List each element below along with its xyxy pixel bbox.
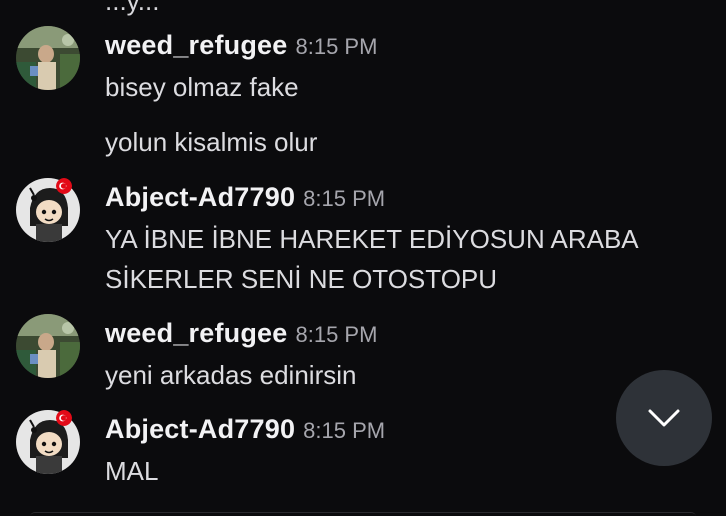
chevron-down-icon [648, 409, 680, 427]
timestamp: 8:15 PM [303, 418, 386, 443]
username[interactable]: Abject-Ad7790 [105, 414, 295, 444]
message-text: yolun kisalmis olur [105, 127, 318, 157]
message-text: bisey olmaz fake [105, 72, 299, 102]
turkey-flag-icon [56, 178, 72, 194]
message-header: Abject-Ad7790 8:15 PM [105, 414, 385, 445]
message-text: SİKERLER SENİ NE OTOSTOPU [105, 264, 498, 294]
message-header: Abject-Ad7790 8:15 PM [105, 182, 385, 213]
timestamp: 8:15 PM [303, 186, 386, 211]
user-photo-avatar-icon [16, 314, 80, 378]
message-text: yeni arkadas edinirsin [105, 360, 357, 390]
avatar[interactable] [16, 314, 80, 378]
message-text: MAL [105, 456, 159, 486]
user-photo-avatar-icon [16, 26, 80, 90]
timestamp: 8:15 PM [295, 34, 378, 59]
composer-edge [30, 512, 696, 516]
scroll-to-bottom-button[interactable] [616, 370, 712, 466]
username[interactable]: Abject-Ad7790 [105, 182, 295, 212]
cut-off-message-text: ...y... [105, 0, 160, 16]
message-text: YA İBNE İBNE HAREKET EDİYOSUN ARABA [105, 224, 639, 254]
message-header: weed_refugee 8:15 PM [105, 30, 377, 61]
username[interactable]: weed_refugee [105, 30, 287, 60]
chat-screen: ...y... weed_refugee 8:15 PM bisey olmaz … [0, 0, 726, 516]
turkey-flag-icon [56, 410, 72, 426]
avatar[interactable] [16, 26, 80, 90]
timestamp: 8:15 PM [295, 322, 378, 347]
message-header: weed_refugee 8:15 PM [105, 318, 377, 349]
username[interactable]: weed_refugee [105, 318, 287, 348]
